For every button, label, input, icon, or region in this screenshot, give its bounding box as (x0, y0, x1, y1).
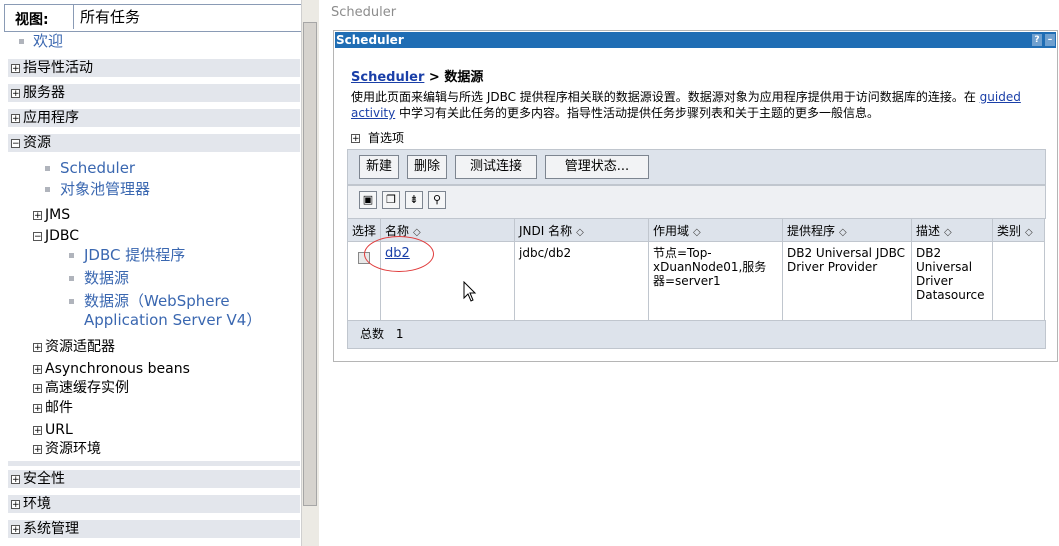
expand-icon[interactable]: + (33, 383, 42, 393)
nav-scheduler-link[interactable]: Scheduler (60, 159, 135, 178)
deselect-all-icon[interactable]: ❐ (382, 191, 400, 209)
nav-item-url[interactable]: + URL (30, 421, 73, 439)
nav-item-mail[interactable]: + 邮件 (30, 399, 73, 417)
bullet-icon (19, 39, 24, 44)
bullet-icon (69, 253, 74, 258)
expand-icon[interactable]: + (11, 499, 20, 509)
nav-datasource-link[interactable]: 数据源 (84, 269, 129, 288)
sort-icon[interactable]: ◇ (839, 227, 847, 238)
page-description: 使用此页面来编辑与所选 JDBC 提供程序相关联的数据源设置。数据源对象为应用程… (351, 90, 1021, 120)
sort-icon[interactable]: ◇ (693, 227, 701, 238)
nav-section-environment[interactable]: + 环境 (8, 495, 300, 513)
new-button[interactable]: 新建 (359, 155, 399, 179)
nav-section-applications[interactable]: + 应用程序 (8, 109, 300, 127)
total-label: 总数 (360, 327, 385, 341)
action-toolbar: 新建 删除 测试连接 管理状态... (347, 149, 1046, 185)
row-scope-cell: 节点=Top-xDuanNode01,服务器=server1 (648, 241, 783, 327)
page-header-title: Scheduler (331, 5, 397, 20)
scrollbar-thumb[interactable] (303, 22, 317, 506)
nav-item-jms[interactable]: + JMS (30, 206, 70, 224)
nav-item-async-beans[interactable]: + Asynchronous beans (30, 360, 190, 378)
annotation-circle (364, 236, 434, 272)
nav-item-jdbc[interactable]: − JDBC (30, 227, 79, 245)
column-header-select: 选择 (347, 218, 381, 242)
column-header-scope[interactable]: 作用域 ◇ (648, 218, 783, 242)
mouse-pointer-icon (463, 281, 477, 302)
row-provider-cell: DB2 Universal JDBC Driver Provider (782, 241, 912, 327)
panel-title-bar: Scheduler ? – (335, 32, 1056, 48)
view-selector[interactable]: 视图: 所有任务 (4, 4, 302, 32)
panel-title: Scheduler (336, 33, 404, 47)
expand-icon[interactable]: + (11, 113, 20, 123)
navigation-tree: 视图: 所有任务 欢迎 + 指导性活动 + 服务器 + 应用程序 − 资源 Schedu… (0, 0, 319, 546)
sort-icon[interactable]: ◇ (1025, 227, 1033, 238)
manage-state-button[interactable]: 管理状态... (545, 155, 649, 179)
show-filter-icon[interactable]: ⇟ (405, 191, 423, 209)
bullet-icon (69, 276, 74, 281)
table-row: db2 jdbc/db2 节点=Top-xDuanNode01,服务器=serv… (347, 241, 1045, 327)
expand-icon[interactable]: + (33, 342, 42, 352)
delete-button[interactable]: 删除 (407, 155, 447, 179)
total-count: 1 (395, 327, 404, 341)
nav-section-servers[interactable]: + 服务器 (8, 84, 300, 102)
breadcrumb-current: > 数据源 (424, 70, 484, 85)
section-divider (8, 461, 300, 466)
filter-icon[interactable]: ⚲ (428, 191, 446, 209)
nav-item-cache[interactable]: + 高速缓存实例 (30, 379, 129, 397)
preferences-toggle[interactable]: + 首选项 (351, 129, 404, 146)
select-all-icon[interactable]: ▣ (359, 191, 377, 209)
breadcrumb-scheduler-link[interactable]: Scheduler (351, 70, 424, 85)
bullet-icon (69, 299, 74, 304)
column-header-provider[interactable]: 提供程序 ◇ (782, 218, 912, 242)
nav-section-system-admin[interactable]: + 系统管理 (8, 520, 300, 538)
sort-icon[interactable]: ◇ (576, 227, 584, 238)
expand-icon[interactable]: + (11, 88, 20, 98)
column-header-jndi[interactable]: JNDI 名称 ◇ (514, 218, 649, 242)
view-select[interactable]: 所有任务 (73, 5, 299, 29)
expand-icon[interactable]: + (33, 210, 42, 220)
expand-icon[interactable]: + (351, 134, 360, 144)
breadcrumb: Scheduler > 数据源 (351, 66, 483, 85)
expand-icon[interactable]: + (33, 403, 42, 413)
expand-icon[interactable]: + (33, 425, 42, 435)
sort-icon[interactable]: ◇ (413, 227, 421, 238)
collapse-icon[interactable]: − (11, 138, 20, 148)
row-category-cell (992, 241, 1045, 327)
nav-item-res-env[interactable]: + 资源环境 (30, 440, 101, 458)
row-description-cell: DB2 Universal Driver Datasource (911, 241, 993, 327)
column-header-description[interactable]: 描述 ◇ (911, 218, 993, 242)
nav-section-security[interactable]: + 安全性 (8, 470, 300, 488)
expand-icon[interactable]: + (11, 524, 20, 534)
sort-icon[interactable]: ◇ (944, 227, 952, 238)
nav-datasource-v4-link-cont[interactable]: Application Server V4） (84, 311, 261, 330)
view-label: 视图: (15, 12, 49, 28)
nav-section-guided[interactable]: + 指导性活动 (8, 59, 300, 77)
bullet-icon (45, 187, 50, 192)
collapse-icon[interactable]: − (33, 231, 42, 241)
expand-icon[interactable]: + (33, 444, 42, 454)
nav-section-resources[interactable]: − 资源 (8, 134, 300, 152)
row-jndi-cell: jdbc/db2 (514, 241, 649, 327)
nav-welcome-link[interactable]: 欢迎 (33, 32, 63, 51)
datasource-table: 选择 名称 ◇ JNDI 名称 ◇ 作用域 ◇ 提供程序 ◇ 描述 ◇ 类别 ◇ db2 j… (347, 218, 1045, 327)
nav-object-pool-link[interactable]: 对象池管理器 (60, 180, 150, 199)
bullet-icon (45, 166, 50, 171)
nav-datasource-v4-link[interactable]: 数据源（WebSphere (84, 292, 230, 311)
expand-icon[interactable]: + (11, 63, 20, 73)
table-header-row: 选择 名称 ◇ JNDI 名称 ◇ 作用域 ◇ 提供程序 ◇ 描述 ◇ 类别 ◇ (347, 218, 1045, 242)
table-total: 总数 1 (347, 320, 1046, 349)
table-tools-toolbar: ▣ ❐ ⇟ ⚲ (347, 185, 1046, 219)
expand-icon[interactable]: + (33, 364, 42, 374)
column-header-category[interactable]: 类别 ◇ (992, 218, 1045, 242)
test-connection-button[interactable]: 测试连接 (455, 155, 537, 179)
nav-jdbc-provider-link[interactable]: JDBC 提供程序 (84, 246, 185, 265)
nav-item-resource-adapter[interactable]: + 资源适配器 (30, 338, 115, 356)
nav-scrollbar[interactable] (301, 0, 319, 546)
scheduler-panel: Scheduler ? – Scheduler > 数据源 使用此页面来编辑与所… (333, 30, 1058, 362)
help-icon[interactable]: ? (1032, 34, 1042, 46)
expand-icon[interactable]: + (11, 474, 20, 484)
minimize-icon[interactable]: – (1045, 34, 1055, 46)
